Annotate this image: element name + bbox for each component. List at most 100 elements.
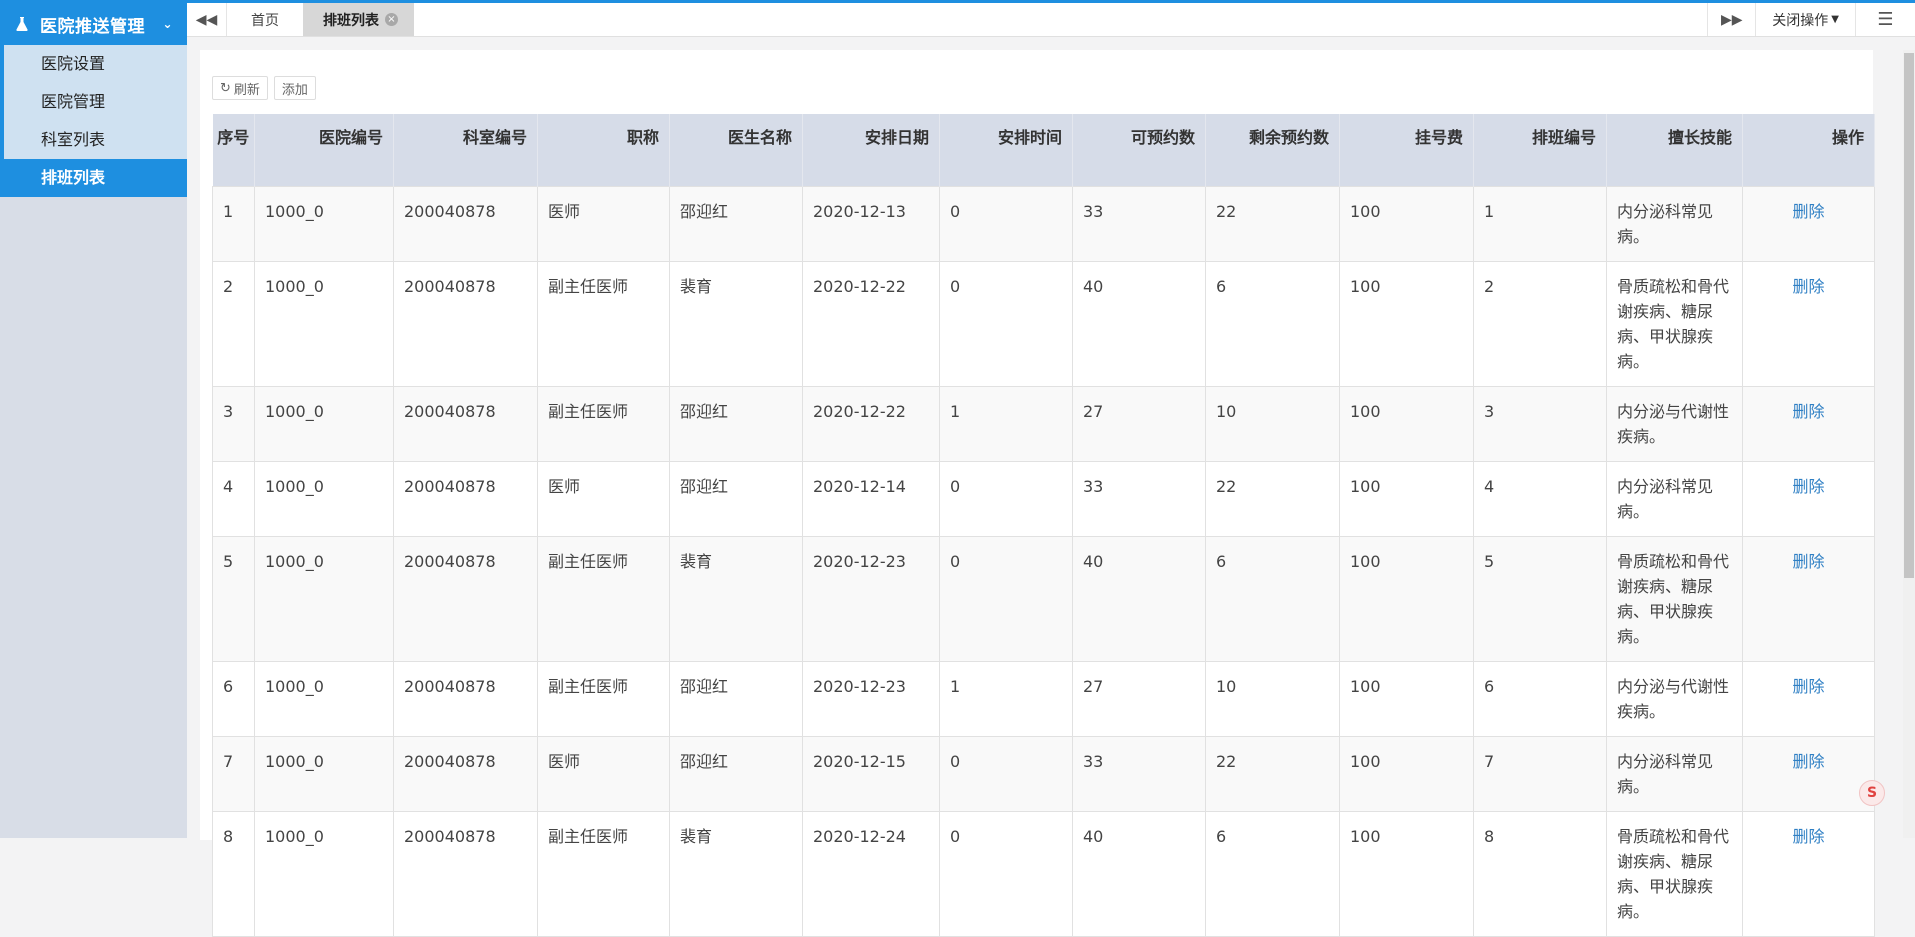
table-cell: 100 [1339,735,1474,812]
column-header[interactable]: 操作 [1742,114,1875,186]
table-cell: 100 [1339,260,1474,387]
table-cell: 8 [1473,810,1607,937]
sidebar-item-hospital-settings[interactable]: 医院设置 [4,45,187,83]
delete-link[interactable]: 删除 [1792,202,1824,221]
table-cell: 2020-12-23 [802,660,940,737]
table-cell: 1000_0 [254,460,394,537]
table-cell-actions: 删除 [1742,535,1875,662]
table-cell: 内分泌科常见病。 [1606,735,1743,812]
table-row: 6 1000_0 200040878 副主任医师 邵迎红 2020-12-23 1 27 10 1… [212,660,1875,737]
table-cell: 3 [1473,385,1607,462]
sidebar-item-hospital-management[interactable]: 医院管理 [4,83,187,121]
table-row: 4 1000_0 200040878 医师 邵迎红 2020-12-14 0 33 22 100 4… [212,460,1875,537]
delete-link[interactable]: 删除 [1792,277,1824,296]
hamburger-icon: ☰ [1877,9,1894,30]
table-header-row: 序号 医院编号 科室编号 职称 医生名称 安排日期 安排时间 可预约数 剩余预约数 挂号费 排班编号… [212,114,1875,186]
table-cell: 医师 [537,185,670,262]
delete-link[interactable]: 删除 [1792,477,1824,496]
column-header[interactable]: 挂号费 [1339,114,1474,186]
delete-link[interactable]: 删除 [1792,827,1824,846]
floating-s-icon[interactable]: S [1859,780,1885,806]
delete-link[interactable]: 删除 [1792,677,1824,696]
table-cell: 33 [1072,185,1206,262]
table-cell: 1000_0 [254,535,394,662]
add-button[interactable]: 添加 [273,76,316,100]
table-cell: 100 [1339,460,1474,537]
table-cell: 10 [1205,660,1340,737]
table-cell: 6 [1205,535,1340,662]
schedule-table: 序号 医院编号 科室编号 职称 医生名称 安排日期 安排时间 可预约数 剩余预约数 挂号费 排班编号… [212,114,1875,937]
table-cell: 100 [1339,810,1474,937]
table-cell-actions: 删除 [1742,460,1875,537]
table-row: 8 1000_0 200040878 副主任医师 裴育 2020-12-24 0 40 6 100… [212,810,1875,937]
refresh-button[interactable]: ↻ 刷新 [212,76,268,100]
table-cell-actions: 删除 [1742,260,1875,387]
column-header[interactable]: 序号 [212,114,255,186]
table-cell: 33 [1072,735,1206,812]
column-header[interactable]: 排班编号 [1473,114,1607,186]
table-cell: 40 [1072,535,1206,662]
table-cell: 7 [1473,735,1607,812]
column-header[interactable]: 剩余预约数 [1205,114,1340,186]
table-cell: 1000_0 [254,185,394,262]
add-label: 添加 [281,82,308,98]
table-cell: 200040878 [393,185,538,262]
table-row: 5 1000_0 200040878 副主任医师 裴育 2020-12-23 0 40 6 100… [212,535,1875,662]
scroll-tabs-left-button[interactable]: ◀◀ [187,3,227,36]
table-cell: 1 [1473,185,1607,262]
table-row: 2 1000_0 200040878 副主任医师 裴育 2020-12-22 0 40 6 100… [212,260,1875,387]
menu-button[interactable]: ☰ [1855,3,1915,36]
table-cell: 2020-12-22 [802,260,940,387]
sidebar-item-schedule-list[interactable]: 排班列表 [4,159,187,197]
table-cell: 33 [1072,460,1206,537]
column-header[interactable]: 可预约数 [1072,114,1206,186]
table-cell: 0 [939,535,1073,662]
vertical-scrollbar[interactable] [1903,50,1915,838]
table-body: 1 1000_0 200040878 医师 邵迎红 2020-12-13 0 33 22 100 1… [212,185,1875,937]
table-cell: 40 [1072,260,1206,387]
table-cell: 1 [939,660,1073,737]
scroll-tabs-right-button[interactable]: ▶▶ [1707,3,1755,36]
scrollbar-thumb[interactable] [1904,53,1914,578]
column-header[interactable]: 职称 [537,114,670,186]
table-cell: 6 [1205,260,1340,387]
sidebar-items: 医院设置 医院管理 科室列表 排班列表 [0,45,187,197]
table-cell: 副主任医师 [537,260,670,387]
sidebar-group-header[interactable]: 医院推送管理 ⌄ [0,3,187,45]
close-operations-dropdown[interactable]: 关闭操作 ▼ [1755,3,1855,36]
table-cell: 1 [939,385,1073,462]
table-row: 3 1000_0 200040878 副主任医师 邵迎红 2020-12-22 1 27 10 1… [212,385,1875,462]
table-cell: 邵迎红 [669,385,803,462]
table-cell: 邵迎红 [669,660,803,737]
delete-link[interactable]: 删除 [1792,552,1824,571]
delete-link[interactable]: 删除 [1792,752,1824,771]
column-header[interactable]: 安排时间 [939,114,1073,186]
table-cell: 2 [1473,260,1607,387]
column-header[interactable]: 医院编号 [254,114,394,186]
tab-schedule-list[interactable]: 排班列表 × [303,3,414,36]
table-cell: 100 [1339,185,1474,262]
table-cell: 邵迎红 [669,735,803,812]
flask-icon [14,16,30,32]
tab-home[interactable]: 首页 [227,3,303,36]
tab-label: 排班列表 [323,12,379,29]
table-cell: 0 [939,260,1073,387]
table-cell: 骨质疏松和骨代谢疾病、糖尿病、甲状腺疾病。 [1606,810,1743,937]
column-header[interactable]: 科室编号 [393,114,538,186]
table-cell-actions: 删除 [1742,735,1875,812]
table-cell: 0 [939,735,1073,812]
close-operations-label: 关闭操作 [1772,12,1829,29]
close-tab-icon[interactable]: × [385,13,398,26]
delete-link[interactable]: 删除 [1792,402,1824,421]
table-cell: 内分泌科常见病。 [1606,185,1743,262]
column-header[interactable]: 安排日期 [802,114,940,186]
sidebar-item-department-list[interactable]: 科室列表 [4,121,187,159]
column-header[interactable]: 医生名称 [669,114,803,186]
table-cell: 8 [212,810,255,937]
column-header[interactable]: 擅长技能 [1606,114,1743,186]
sidebar: 医院推送管理 ⌄ 医院设置 医院管理 科室列表 排班列表 [0,3,187,838]
table-cell: 27 [1072,385,1206,462]
table-row: 7 1000_0 200040878 医师 邵迎红 2020-12-15 0 33 22 100 7… [212,735,1875,812]
table-cell-actions: 删除 [1742,810,1875,937]
table-cell: 裴育 [669,260,803,387]
